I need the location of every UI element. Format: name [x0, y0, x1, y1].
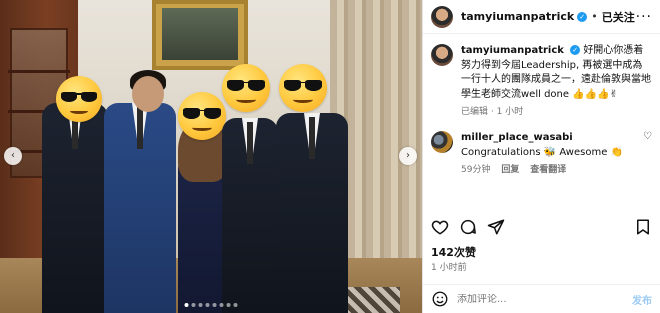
carousel-dot — [219, 303, 224, 307]
sunglasses-emoji-icon — [56, 76, 102, 122]
carousel-dot — [205, 303, 210, 307]
comment-text: Congratulations 🐝 Awesome 👏 — [461, 146, 623, 158]
smiley-icon[interactable] — [431, 290, 449, 308]
carousel-dots — [184, 303, 238, 307]
reply-button[interactable]: 回复 — [501, 165, 519, 175]
paper-plane-icon[interactable] — [487, 218, 505, 236]
sunglasses-emoji-icon — [178, 92, 226, 140]
caption-username[interactable]: tamyiumanpatrick — [461, 45, 564, 56]
person-2 — [104, 103, 176, 313]
caption-avatar[interactable] — [431, 44, 453, 66]
caption: tamyiumanpatrick ✓ 好開心你憑着努力得到今屆Leadershi… — [431, 44, 652, 117]
post-photo[interactable]: ‹ › — [0, 0, 422, 313]
author-username[interactable]: tamyiumanpatrick — [461, 10, 574, 23]
carousel-prev-button[interactable]: ‹ — [4, 147, 22, 165]
action-bar — [431, 218, 652, 236]
carousel-dot — [226, 303, 231, 307]
carousel-dot — [212, 303, 217, 307]
framed-portrait-painting — [152, 0, 248, 70]
post-time: 1 小时前 — [431, 263, 467, 273]
carousel-dot — [233, 303, 238, 307]
following-button[interactable]: 已关注 — [602, 9, 635, 25]
heart-icon[interactable] — [431, 218, 449, 236]
post-comment-button[interactable]: 发布 — [632, 292, 652, 307]
more-options-icon[interactable]: ··· — [636, 9, 652, 25]
carousel-dot — [198, 303, 203, 307]
instagram-post: ‹ › tamyiumanpatrick ✓ • 已关注 ··· tamyium… — [0, 0, 660, 313]
translate-button[interactable]: 查看翻译 — [530, 165, 566, 175]
verified-badge-icon: ✓ — [577, 11, 588, 22]
person-2-face — [132, 76, 164, 112]
person-1 — [42, 103, 108, 313]
sunglasses-emoji-icon — [279, 64, 327, 112]
carousel-dot — [184, 303, 189, 307]
comment-bubble-icon[interactable] — [459, 218, 477, 236]
bookmark-icon[interactable] — [634, 218, 652, 236]
comment-like-heart-icon[interactable]: ♡ — [643, 131, 652, 175]
comment-item: miller_place_wasabi Congratulations 🐝 Aw… — [431, 131, 652, 175]
comment-composer: 发布 — [423, 284, 660, 313]
comment-input[interactable] — [457, 293, 624, 305]
commenter-avatar[interactable] — [431, 131, 453, 153]
person-5 — [276, 113, 348, 313]
caption-meta: 已编辑 · 1 小时 — [461, 107, 524, 117]
post-header: tamyiumanpatrick ✓ • 已关注 ··· — [423, 0, 660, 34]
comment-username[interactable]: miller_place_wasabi — [461, 132, 573, 143]
header-separator: • — [591, 10, 598, 23]
verified-badge-icon: ✓ — [570, 45, 581, 55]
person-4 — [222, 118, 278, 313]
sunglasses-emoji-icon — [222, 64, 270, 112]
carousel-dot — [191, 303, 196, 307]
author-avatar[interactable] — [431, 5, 453, 28]
comment-time: 59分钟 — [461, 165, 491, 175]
post-side-panel: tamyiumanpatrick ✓ • 已关注 ··· tamyiumanpa… — [422, 0, 660, 313]
carousel-next-button[interactable]: › — [399, 147, 417, 165]
like-count[interactable]: 142次赞 — [431, 244, 476, 260]
